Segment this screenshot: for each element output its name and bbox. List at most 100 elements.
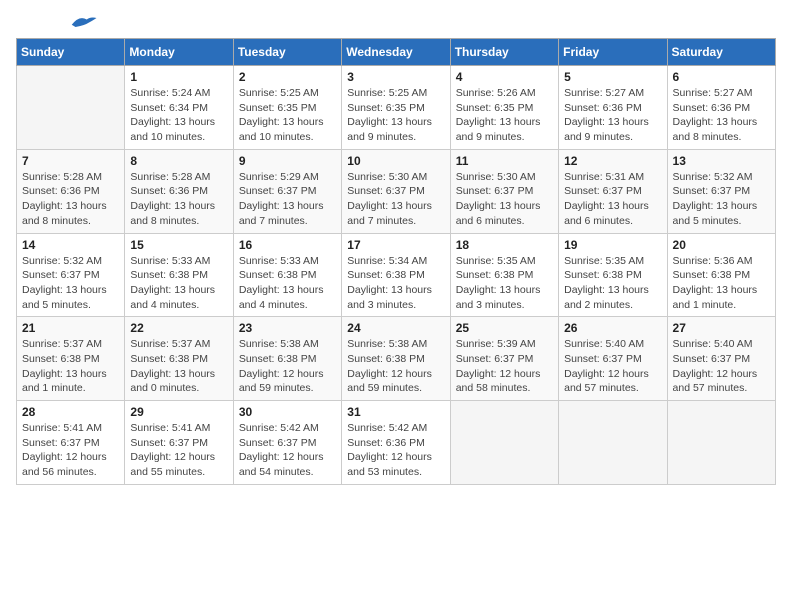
day-number: 7 [22, 154, 119, 168]
calendar-cell: 3Sunrise: 5:25 AMSunset: 6:35 PMDaylight… [342, 66, 450, 150]
day-info: Sunrise: 5:40 AMSunset: 6:37 PMDaylight:… [564, 337, 661, 396]
day-info: Sunrise: 5:31 AMSunset: 6:37 PMDaylight:… [564, 170, 661, 229]
calendar-cell: 21Sunrise: 5:37 AMSunset: 6:38 PMDayligh… [17, 317, 125, 401]
day-info: Sunrise: 5:29 AMSunset: 6:37 PMDaylight:… [239, 170, 336, 229]
day-number: 28 [22, 405, 119, 419]
calendar-cell: 9 Sunrise: 5:29 AMSunset: 6:37 PMDaylight… [233, 149, 341, 233]
header-day-tuesday: Tuesday [233, 39, 341, 66]
day-number: 15 [130, 238, 227, 252]
day-info: Sunrise: 5:32 AMSunset: 6:37 PMDaylight:… [22, 254, 119, 313]
day-number: 18 [456, 238, 553, 252]
day-number: 4 [456, 70, 553, 84]
day-info: Sunrise: 5:27 AMSunset: 6:36 PMDaylight:… [673, 86, 770, 145]
page-header [16, 16, 776, 30]
calendar-cell: 31 Sunrise: 5:42 AMSunset: 6:36 PMDayligh… [342, 401, 450, 485]
day-number: 22 [130, 321, 227, 335]
day-info: Sunrise: 5:32 AMSunset: 6:37 PMDaylight:… [673, 170, 770, 229]
calendar-cell: 28 Sunrise: 5:41 AMSunset: 6:37 PMDayligh… [17, 401, 125, 485]
day-info: Sunrise: 5:33 AMSunset: 6:38 PMDaylight:… [239, 254, 336, 313]
day-number: 9 [239, 154, 336, 168]
logo-bird-icon [68, 12, 98, 30]
calendar-cell: 18 Sunrise: 5:35 AMSunset: 6:38 PMDayligh… [450, 233, 558, 317]
calendar-cell [559, 401, 667, 485]
calendar-table: SundayMondayTuesdayWednesdayThursdayFrid… [16, 38, 776, 485]
header-day-sunday: Sunday [17, 39, 125, 66]
day-info: Sunrise: 5:42 AMSunset: 6:37 PMDaylight:… [239, 421, 336, 480]
day-number: 11 [456, 154, 553, 168]
calendar-cell: 20Sunrise: 5:36 AMSunset: 6:38 PMDayligh… [667, 233, 775, 317]
day-number: 25 [456, 321, 553, 335]
day-info: Sunrise: 5:25 AMSunset: 6:35 PMDaylight:… [239, 86, 336, 145]
logo [16, 16, 98, 30]
calendar-cell: 16Sunrise: 5:33 AMSunset: 6:38 PMDayligh… [233, 233, 341, 317]
day-number: 10 [347, 154, 444, 168]
day-info: Sunrise: 5:34 AMSunset: 6:38 PMDaylight:… [347, 254, 444, 313]
calendar-cell: 7 Sunrise: 5:28 AMSunset: 6:36 PMDaylight… [17, 149, 125, 233]
calendar-cell [17, 66, 125, 150]
week-row-3: 14 Sunrise: 5:32 AMSunset: 6:37 PMDayligh… [17, 233, 776, 317]
calendar-body: 1 Sunrise: 5:24 AMSunset: 6:34 PMDaylight… [17, 66, 776, 485]
day-info: Sunrise: 5:37 AMSunset: 6:38 PMDaylight:… [130, 337, 227, 396]
day-info: Sunrise: 5:38 AMSunset: 6:38 PMDaylight:… [347, 337, 444, 396]
day-info: Sunrise: 5:24 AMSunset: 6:34 PMDaylight:… [130, 86, 227, 145]
day-number: 3 [347, 70, 444, 84]
calendar-cell: 23Sunrise: 5:38 AMSunset: 6:38 PMDayligh… [233, 317, 341, 401]
calendar-cell: 17 Sunrise: 5:34 AMSunset: 6:38 PMDayligh… [342, 233, 450, 317]
day-number: 31 [347, 405, 444, 419]
day-info: Sunrise: 5:37 AMSunset: 6:38 PMDaylight:… [22, 337, 119, 396]
day-number: 1 [130, 70, 227, 84]
calendar-header: SundayMondayTuesdayWednesdayThursdayFrid… [17, 39, 776, 66]
day-info: Sunrise: 5:38 AMSunset: 6:38 PMDaylight:… [239, 337, 336, 396]
day-number: 30 [239, 405, 336, 419]
day-number: 2 [239, 70, 336, 84]
calendar-cell: 10 Sunrise: 5:30 AMSunset: 6:37 PMDayligh… [342, 149, 450, 233]
header-day-thursday: Thursday [450, 39, 558, 66]
calendar-cell: 19 Sunrise: 5:35 AMSunset: 6:38 PMDayligh… [559, 233, 667, 317]
header-day-saturday: Saturday [667, 39, 775, 66]
day-info: Sunrise: 5:28 AMSunset: 6:36 PMDaylight:… [22, 170, 119, 229]
day-number: 24 [347, 321, 444, 335]
calendar-cell: 27 Sunrise: 5:40 AMSunset: 6:37 PMDayligh… [667, 317, 775, 401]
day-info: Sunrise: 5:42 AMSunset: 6:36 PMDaylight:… [347, 421, 444, 480]
day-info: Sunrise: 5:35 AMSunset: 6:38 PMDaylight:… [456, 254, 553, 313]
calendar-cell: 15 Sunrise: 5:33 AMSunset: 6:38 PMDayligh… [125, 233, 233, 317]
calendar-cell: 13Sunrise: 5:32 AMSunset: 6:37 PMDayligh… [667, 149, 775, 233]
day-number: 27 [673, 321, 770, 335]
week-row-2: 7 Sunrise: 5:28 AMSunset: 6:36 PMDaylight… [17, 149, 776, 233]
day-number: 19 [564, 238, 661, 252]
day-number: 14 [22, 238, 119, 252]
day-number: 5 [564, 70, 661, 84]
day-info: Sunrise: 5:27 AMSunset: 6:36 PMDaylight:… [564, 86, 661, 145]
calendar-cell: 4 Sunrise: 5:26 AMSunset: 6:35 PMDaylight… [450, 66, 558, 150]
calendar-cell: 22 Sunrise: 5:37 AMSunset: 6:38 PMDayligh… [125, 317, 233, 401]
day-number: 12 [564, 154, 661, 168]
day-info: Sunrise: 5:41 AMSunset: 6:37 PMDaylight:… [22, 421, 119, 480]
calendar-cell: 29Sunrise: 5:41 AMSunset: 6:37 PMDayligh… [125, 401, 233, 485]
day-number: 17 [347, 238, 444, 252]
day-info: Sunrise: 5:28 AMSunset: 6:36 PMDaylight:… [130, 170, 227, 229]
calendar-cell [667, 401, 775, 485]
header-row: SundayMondayTuesdayWednesdayThursdayFrid… [17, 39, 776, 66]
calendar-cell: 2 Sunrise: 5:25 AMSunset: 6:35 PMDaylight… [233, 66, 341, 150]
calendar-cell: 11 Sunrise: 5:30 AMSunset: 6:37 PMDayligh… [450, 149, 558, 233]
calendar-cell: 5 Sunrise: 5:27 AMSunset: 6:36 PMDaylight… [559, 66, 667, 150]
day-info: Sunrise: 5:41 AMSunset: 6:37 PMDaylight:… [130, 421, 227, 480]
calendar-cell: 25 Sunrise: 5:39 AMSunset: 6:37 PMDayligh… [450, 317, 558, 401]
day-number: 8 [130, 154, 227, 168]
week-row-5: 28 Sunrise: 5:41 AMSunset: 6:37 PMDayligh… [17, 401, 776, 485]
header-day-wednesday: Wednesday [342, 39, 450, 66]
day-info: Sunrise: 5:30 AMSunset: 6:37 PMDaylight:… [347, 170, 444, 229]
day-number: 6 [673, 70, 770, 84]
day-info: Sunrise: 5:35 AMSunset: 6:38 PMDaylight:… [564, 254, 661, 313]
header-day-monday: Monday [125, 39, 233, 66]
day-number: 20 [673, 238, 770, 252]
day-info: Sunrise: 5:33 AMSunset: 6:38 PMDaylight:… [130, 254, 227, 313]
day-info: Sunrise: 5:39 AMSunset: 6:37 PMDaylight:… [456, 337, 553, 396]
day-info: Sunrise: 5:26 AMSunset: 6:35 PMDaylight:… [456, 86, 553, 145]
week-row-4: 21Sunrise: 5:37 AMSunset: 6:38 PMDayligh… [17, 317, 776, 401]
day-info: Sunrise: 5:40 AMSunset: 6:37 PMDaylight:… [673, 337, 770, 396]
calendar-cell: 6 Sunrise: 5:27 AMSunset: 6:36 PMDaylight… [667, 66, 775, 150]
calendar-cell: 12 Sunrise: 5:31 AMSunset: 6:37 PMDayligh… [559, 149, 667, 233]
day-info: Sunrise: 5:30 AMSunset: 6:37 PMDaylight:… [456, 170, 553, 229]
calendar-cell: 14 Sunrise: 5:32 AMSunset: 6:37 PMDayligh… [17, 233, 125, 317]
